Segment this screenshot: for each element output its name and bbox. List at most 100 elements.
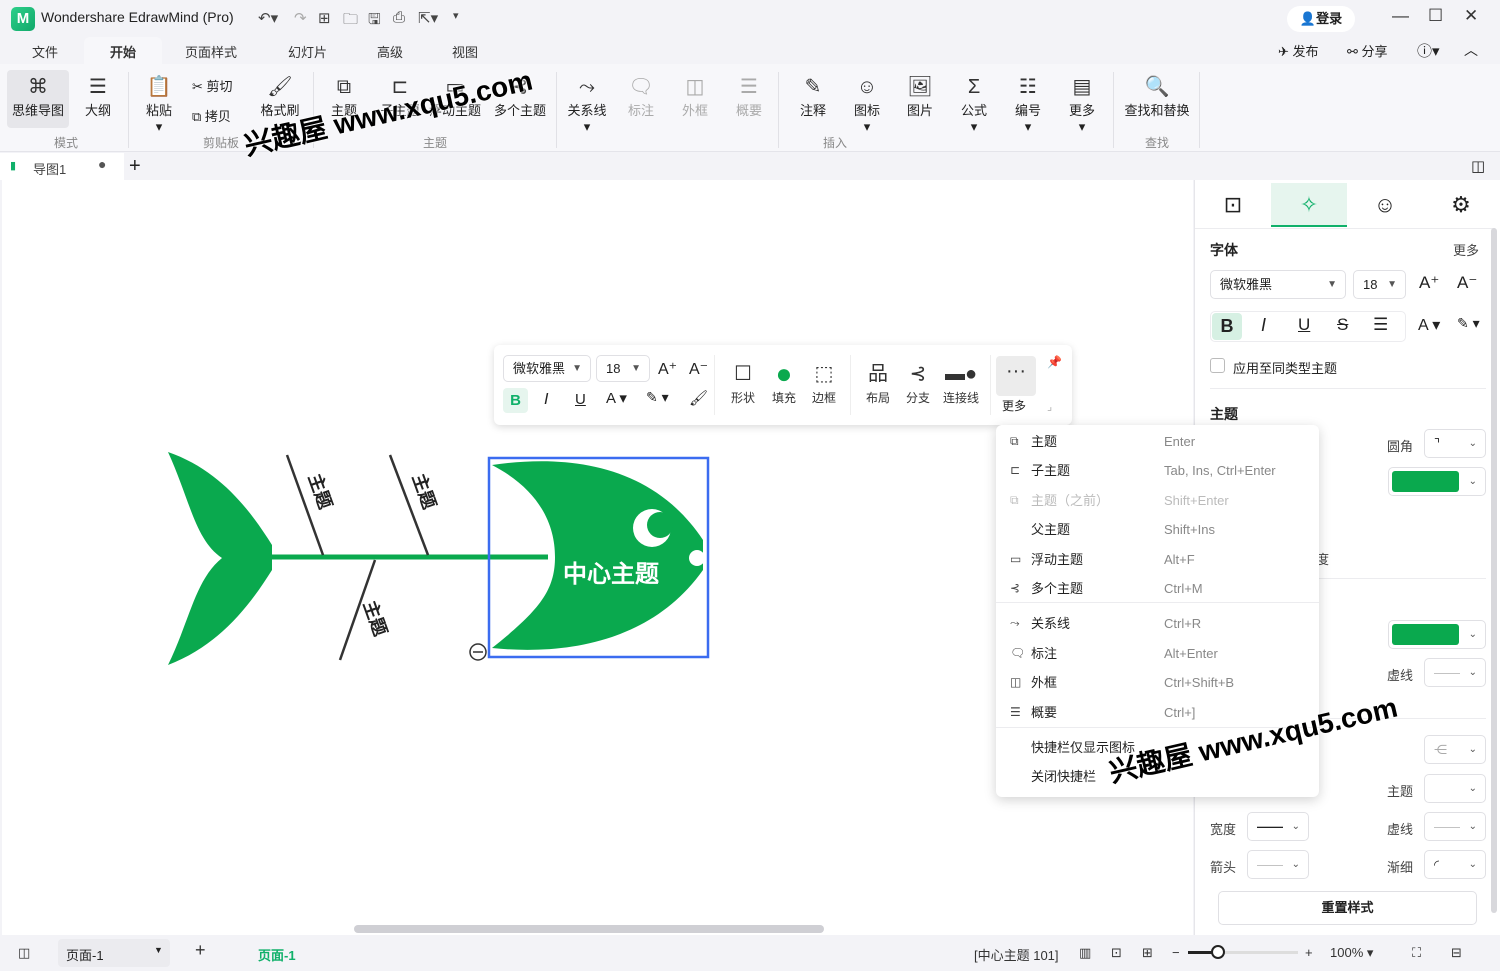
minimize-button[interactable]: — [1392, 6, 1409, 26]
export-icon[interactable]: ⇱▾ [418, 9, 438, 27]
panel-scrollbar[interactable] [1491, 228, 1497, 913]
menu-item[interactable]: ◫ 外框 Ctrl+Shift+B [996, 668, 1319, 697]
strikethrough-button[interactable]: S [1337, 315, 1348, 335]
login-button[interactable]: 👤登录 [1287, 6, 1355, 32]
add-tab-button[interactable]: + [129, 155, 141, 178]
line-color-select[interactable]: ⌄ [1388, 620, 1486, 649]
connector-button[interactable]: ▬● 连接线 [940, 359, 982, 406]
highlight-button[interactable]: ✎ ▾ [1457, 315, 1480, 332]
tab-page-style[interactable]: 页面样式 [185, 42, 237, 61]
help-icon[interactable]: ⓘ▾ [1417, 40, 1440, 61]
open-folder-icon[interactable]: 🗀 [343, 9, 358, 34]
copy-button[interactable]: ⧉ 拷贝 [192, 106, 231, 125]
document-tab[interactable]: ▮ 导图1 ● [0, 153, 124, 180]
reset-style-button[interactable]: 重置样式 [1218, 891, 1477, 925]
add-page-button[interactable]: + [195, 940, 206, 961]
publish-button[interactable]: ✈ 发布 [1278, 41, 1319, 60]
icon-button[interactable]: ☺ 图标 ▾ [839, 74, 895, 135]
save-icon[interactable]: 🖫 [368, 9, 381, 34]
font-size-select[interactable]: 18 ▼ [1353, 270, 1406, 299]
horizontal-scrollbar[interactable] [354, 925, 824, 933]
sidebar-toggle-icon[interactable]: ◫ [18, 945, 30, 961]
formula-button[interactable]: Σ 公式 ▾ [946, 74, 1002, 135]
summary-button[interactable]: ☰ 概要 [721, 74, 777, 119]
shape-button[interactable]: ☐ 形状 [723, 359, 763, 406]
toggle-panel-icon[interactable]: ◫ [1471, 157, 1485, 175]
page-select[interactable]: 页面-1 ▼ [58, 939, 170, 967]
dash-select[interactable]: —— ⌄ [1424, 658, 1486, 687]
menu-item[interactable]: ⤳ 关系线 Ctrl+R [996, 609, 1319, 638]
tab-style[interactable]: ✧ [1271, 183, 1347, 227]
font-color-button[interactable]: A ▾ [606, 389, 627, 407]
fit-page-icon[interactable]: ⊡ [1111, 945, 1122, 961]
print-icon[interactable]: ⎙ [393, 9, 405, 26]
layout-button[interactable]: 品布局 [858, 359, 898, 406]
fit-width-icon[interactable]: ⊞ [1142, 945, 1153, 961]
highlight-button[interactable]: ✎ ▾ [646, 389, 669, 406]
fill-color-select[interactable]: ⌄ [1388, 467, 1486, 496]
presentation-icon[interactable]: ⊟ [1451, 945, 1462, 961]
unsaved-dot-icon[interactable]: ● [98, 156, 106, 172]
book-view-icon[interactable]: ▥ [1079, 945, 1091, 961]
menu-item[interactable]: 父主题 Shift+Ins [996, 515, 1319, 544]
font-family-select[interactable]: 微软雅黑 ▼ [503, 355, 591, 382]
italic-button[interactable]: I [544, 391, 548, 409]
tab-shape[interactable]: ⊡ [1195, 183, 1271, 227]
callout-button[interactable]: 🗨 标注 [613, 74, 669, 119]
menu-item[interactable]: ⧉ 主题（之前） Shift+Enter [996, 486, 1319, 515]
width-select[interactable]: —— ⌄ [1247, 812, 1309, 841]
italic-button[interactable]: I [1261, 315, 1266, 336]
dash-select[interactable]: —— ⌄ [1424, 812, 1486, 841]
branch-style-select[interactable]: ⋲ ⌄ [1424, 735, 1486, 764]
pin-icon[interactable]: 📌 [1047, 355, 1062, 369]
undo-icon[interactable]: ↶▾ [258, 9, 278, 27]
image-button[interactable]: 🖼 图片 [892, 74, 948, 119]
find-replace-button[interactable]: 🔍 查找和替换 [1118, 74, 1196, 119]
maximize-button[interactable]: ☐ [1428, 6, 1443, 26]
branch-button[interactable]: ⊰ 分支 [898, 359, 938, 406]
align-button[interactable]: ☰ [1373, 315, 1388, 335]
tab-settings[interactable]: ⚙ [1423, 183, 1499, 227]
apply-same-checkbox[interactable] [1210, 358, 1225, 373]
more-link[interactable]: 更多 [1453, 240, 1479, 259]
tab-advanced[interactable]: 高级 [377, 42, 403, 61]
menu-item[interactable]: ⊏ 子主题 Tab, Ins, Ctrl+Enter [996, 456, 1319, 485]
boundary-button[interactable]: ◫ 外框 [667, 74, 723, 119]
fill-button[interactable]: ● 填充 [764, 359, 804, 406]
tab-icons[interactable]: ☺ [1347, 183, 1423, 227]
underline-button[interactable]: U [575, 391, 586, 408]
tab-file[interactable]: 文件 [32, 42, 58, 61]
taper-select[interactable]: ◜ ⌄ [1424, 850, 1486, 879]
menu-item[interactable]: 🗨 标注 Alt+Enter [996, 639, 1319, 668]
bold-button[interactable]: B [1212, 313, 1242, 340]
note-button[interactable]: ✎ 注释 [785, 74, 841, 119]
mindmap-mode-button[interactable]: ⌘ 思维导图 [7, 70, 69, 128]
increase-font-icon[interactable]: A⁺ [658, 359, 677, 379]
topic-select[interactable]: ⌄ [1424, 774, 1486, 803]
menu-item[interactable]: ⧉ 主题 Enter [996, 427, 1319, 456]
more-button[interactable]: ··· [996, 356, 1036, 396]
cut-button[interactable]: ✂ 剪切 [192, 76, 233, 95]
fullscreen-icon[interactable]: ⛶ [1412, 945, 1421, 961]
paste-button[interactable]: 📋 粘贴 ▾ [131, 74, 187, 135]
bold-button[interactable]: B [503, 388, 528, 413]
underline-button[interactable]: U [1298, 315, 1310, 335]
relationship-button[interactable]: ⤳ 关系线 ▾ [559, 74, 615, 135]
customize-icon[interactable]: ▾ [453, 9, 459, 22]
new-icon[interactable]: ⊞ [318, 9, 331, 27]
page-tab[interactable]: 页面-1 [258, 945, 296, 964]
collapse-ribbon-icon[interactable]: ︿ [1464, 40, 1478, 60]
arrow-select[interactable]: —— ⌄ [1247, 850, 1309, 879]
tab-home[interactable]: 开始 [110, 42, 136, 61]
zoom-slider[interactable] [1188, 945, 1298, 959]
menu-item[interactable]: ▭ 浮动主题 Alt+F [996, 545, 1319, 574]
menu-item[interactable]: ⊰ 多个主题 Ctrl+M [996, 574, 1319, 603]
zoom-out-button[interactable]: − [1172, 945, 1180, 960]
outline-mode-button[interactable]: ☰ 大纲 [70, 74, 126, 119]
corner-select[interactable]: ⌝ ⌄ [1424, 429, 1486, 458]
numbering-button[interactable]: ☷ 编号 ▾ [1000, 74, 1056, 135]
more-insert-button[interactable]: ▤ 更多 ▾ [1054, 74, 1110, 135]
zoom-in-button[interactable]: + [1305, 945, 1313, 960]
tab-view[interactable]: 视图 [452, 42, 478, 61]
font-color-button[interactable]: A ▾ [1418, 315, 1440, 335]
